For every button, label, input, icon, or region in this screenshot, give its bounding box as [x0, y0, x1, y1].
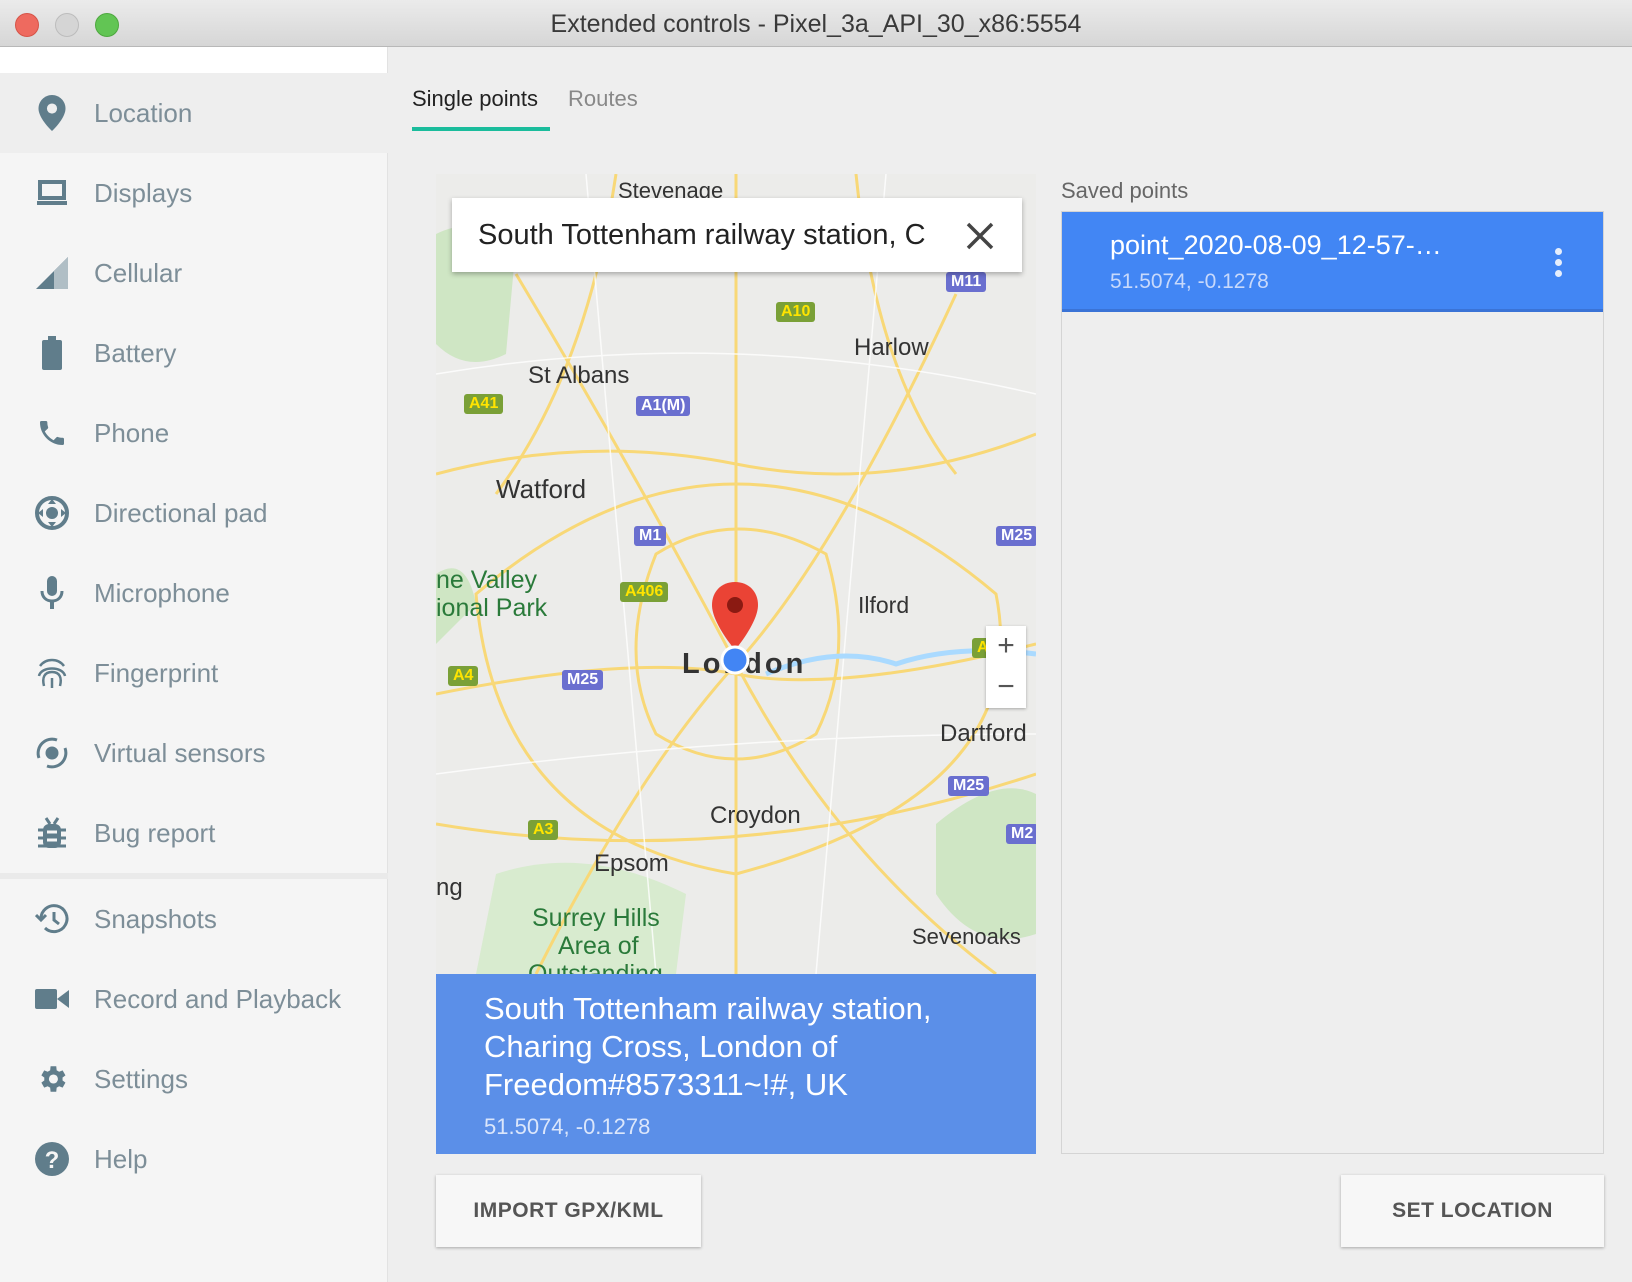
road-shield: M25 [948, 776, 990, 796]
sidebar-item-settings[interactable]: Settings [0, 1039, 388, 1119]
saved-point-coords: 51.5074, -0.1278 [1110, 270, 1269, 293]
road-shield: A1(M) [636, 396, 691, 416]
sidebar-item-displays[interactable]: Displays [0, 153, 388, 233]
active-tab-indicator [412, 127, 550, 131]
road-shield: A3 [528, 820, 559, 840]
selected-location-panel: South Tottenham railway station, Charing… [436, 974, 1036, 1154]
display-icon [34, 175, 70, 211]
road-shield: M2 [1006, 824, 1036, 844]
sidebar-item-directional-pad[interactable]: Directional pad [0, 473, 388, 553]
sidebar-item-snapshots[interactable]: Snapshots [0, 879, 388, 959]
sidebar-item-location[interactable]: Location [0, 73, 388, 153]
map-label: Ilford [858, 592, 910, 618]
map-label: Sevenoaks [912, 924, 1021, 949]
import-gpx-kml-button[interactable]: IMPORT GPX/KML [436, 1175, 701, 1247]
road-shield: A10 [776, 302, 816, 322]
road-shield: A4 [448, 666, 479, 686]
sidebar-item-cellular[interactable]: Cellular [0, 233, 388, 313]
road-shield: A41 [464, 394, 504, 414]
map-marker-icon [712, 582, 758, 675]
road-shield: M11 [946, 272, 987, 292]
sidebar-item-microphone[interactable]: Microphone [0, 553, 388, 633]
map-label: Dartford [940, 720, 1027, 747]
selected-address: South Tottenham railway station, Charing… [484, 991, 932, 1102]
map-label: ne Valley [436, 566, 537, 594]
map-label: Outstanding [528, 960, 663, 974]
tab-routes[interactable]: Routes [568, 86, 638, 112]
sidebar-item-battery[interactable]: Battery [0, 313, 388, 393]
history-icon [34, 901, 70, 937]
battery-icon [34, 335, 70, 371]
sidebar-item-help[interactable]: ? Help [0, 1119, 388, 1199]
map-label: Watford [496, 474, 587, 504]
phone-icon [34, 415, 70, 451]
virtual-sensors-icon [34, 735, 70, 771]
cellular-signal-icon [34, 255, 70, 291]
sidebar-item-bug-report[interactable]: Bug report [0, 793, 388, 873]
more-options-icon[interactable] [1555, 248, 1563, 281]
close-icon[interactable] [966, 222, 994, 250]
saved-point-row[interactable]: point_2020-08-09_12-57-… 51.5074, -0.127… [1062, 212, 1603, 312]
title-bar: Extended controls - Pixel_3a_API_30_x86:… [0, 0, 1632, 47]
saved-points-list: point_2020-08-09_12-57-… 51.5074, -0.127… [1061, 211, 1604, 1154]
search-input[interactable]: South Tottenham railway station, C [478, 219, 926, 252]
sidebar-item-fingerprint[interactable]: Fingerprint [0, 633, 388, 713]
location-pin-icon [34, 95, 70, 131]
map-view[interactable]: Stevenage Harlow St Albans Watford ne Va… [436, 174, 1036, 974]
help-icon: ? [34, 1141, 70, 1177]
microphone-icon [34, 575, 70, 611]
sidebar: Location Displays Cellular Battery Phone… [0, 47, 388, 1282]
road-shield: M1 [634, 526, 667, 546]
bug-icon [34, 815, 70, 851]
saved-points-label: Saved points [1061, 178, 1189, 203]
gear-icon [34, 1061, 70, 1097]
road-shield: M25 [996, 526, 1036, 546]
map-label: St Albans [528, 362, 630, 389]
road-shield: A406 [620, 582, 669, 602]
zoom-out-button[interactable]: − [986, 667, 1026, 708]
map-label: Harlow [854, 334, 929, 361]
map-label: ional Park [436, 594, 548, 622]
map-zoom-controls: + − [986, 626, 1026, 708]
set-location-button[interactable]: SET LOCATION [1341, 1175, 1604, 1247]
dpad-icon [34, 495, 70, 531]
map-label: Area of [558, 932, 639, 960]
tab-single-points[interactable]: Single points [412, 86, 550, 131]
road-shield: M25 [562, 670, 604, 690]
videocam-icon [34, 981, 70, 1017]
map-label: Croydon [710, 802, 801, 829]
selected-coordinates: 51.5074, -0.1278 [484, 1114, 651, 1139]
map-label: Epsom [594, 850, 669, 877]
window-title: Extended controls - Pixel_3a_API_30_x86:… [550, 10, 1082, 38]
map-search-box[interactable]: South Tottenham railway station, C [452, 198, 1022, 272]
svg-text:?: ? [45, 1147, 60, 1174]
zoom-in-button[interactable]: + [986, 626, 1026, 667]
map-label: Surrey Hills [532, 904, 660, 932]
sidebar-item-record-and-playback[interactable]: Record and Playback [0, 959, 388, 1039]
saved-point-name: point_2020-08-09_12-57-… [1110, 230, 1442, 260]
sidebar-item-phone[interactable]: Phone [0, 393, 388, 473]
map-label: ng [436, 874, 463, 901]
sidebar-item-virtual-sensors[interactable]: Virtual sensors [0, 713, 388, 793]
fingerprint-icon [34, 655, 70, 691]
